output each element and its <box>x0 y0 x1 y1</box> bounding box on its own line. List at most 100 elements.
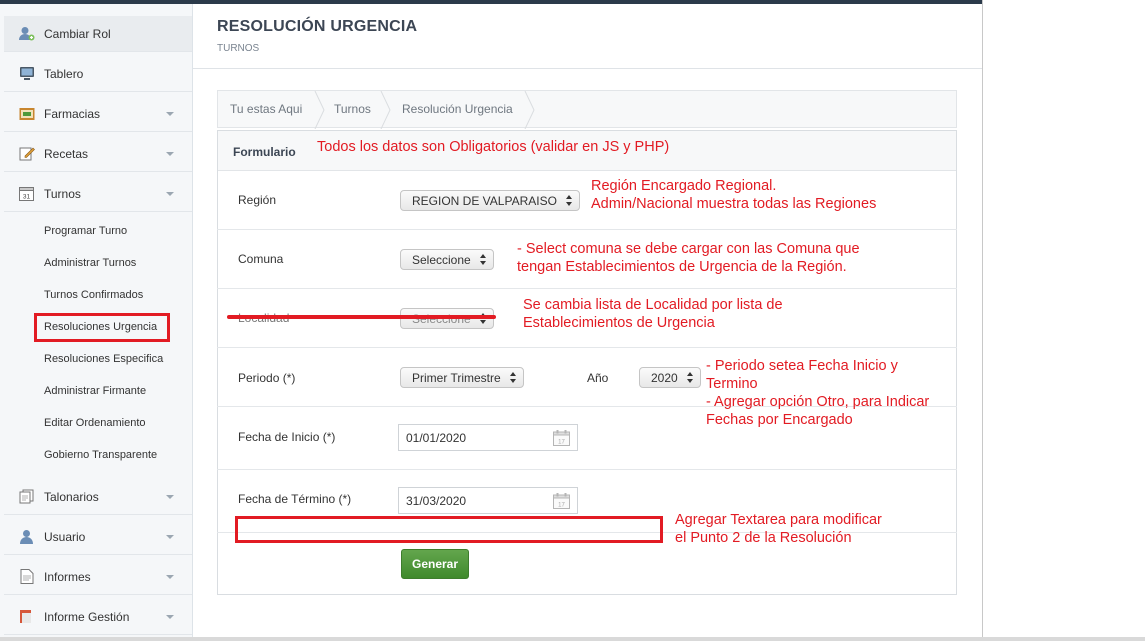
sidebar-item-label: Turnos <box>44 187 81 201</box>
annotation-panel-note: Todos los datos son Obligatorios (valida… <box>317 139 670 155</box>
anio-label: Año <box>587 371 609 385</box>
annotation-region-note: Región Encargado Regional. Admin/Naciona… <box>591 177 876 213</box>
annotation-line: Región Encargado Regional. <box>591 178 777 194</box>
document-icon <box>18 569 35 584</box>
sidebar-item-tablero[interactable]: Tablero <box>4 56 192 92</box>
submenu-highlight-box <box>34 313 170 342</box>
periodo-label: Periodo (*) <box>238 371 296 385</box>
annotation-localidad-note: Se cambia lista de Localidad por lista d… <box>523 296 783 332</box>
annotation-line: tengan Establecimientos de Urgencia de l… <box>517 259 847 275</box>
select-arrows-icon <box>510 372 517 384</box>
sidebar-item-informes[interactable]: Informes <box>4 559 192 595</box>
submenu-item-gobierno-transparente[interactable]: Gobierno Transparente <box>44 449 157 461</box>
sidebar-item-turnos[interactable]: 31 Turnos <box>4 176 192 212</box>
calendar-icon: 31 <box>18 186 35 201</box>
sidebar-item-label: Farmacias <box>44 107 101 121</box>
svg-text:17: 17 <box>558 440 565 446</box>
localidad-strikethrough <box>227 315 496 319</box>
sidebar-item-talonarios[interactable]: Talonarios <box>4 479 192 515</box>
generar-button[interactable]: Generar <box>401 549 469 579</box>
copy-icon <box>18 489 35 504</box>
breadcrumb-item-home[interactable]: Tu estas Aqui <box>230 102 302 116</box>
periodo-select-value: Primer Trimestre <box>412 370 501 385</box>
submenu-item-programar-turno[interactable]: Programar Turno <box>44 225 127 237</box>
fecha-inicio-label: Fecha de Inicio (*) <box>238 430 336 444</box>
sidebar-item-label: Cambiar Rol <box>44 27 111 41</box>
chevron-down-icon <box>166 192 174 196</box>
annotation-periodo-note: - Periodo setea Fecha Inicio y Termino -… <box>706 357 929 429</box>
select-arrows-icon <box>687 372 694 384</box>
breadcrumb: Tu estas Aqui Turnos Resolución Urgencia <box>217 90 957 129</box>
annotation-line: Establecimientos de Urgencia <box>523 315 715 331</box>
book-icon <box>18 609 35 624</box>
page-subtitle: TURNOS <box>217 43 260 54</box>
svg-text:31: 31 <box>23 194 31 201</box>
page-bottom-edge <box>0 637 1145 641</box>
annotation-line: Agregar Textarea para modificar <box>675 512 882 528</box>
sidebar-item-label: Recetas <box>44 147 89 161</box>
sidebar-item-farmacias[interactable]: Farmacias <box>4 96 192 132</box>
page-title: RESOLUCIÓN URGENCIA <box>217 18 418 35</box>
fecha-termino-label: Fecha de Término (*) <box>238 492 352 506</box>
submenu-item-administrar-turnos[interactable]: Administrar Turnos <box>44 257 136 269</box>
edit-icon <box>18 146 35 161</box>
sidebar-item-label: Talonarios <box>44 490 99 504</box>
annotation-line: Se cambia lista de Localidad por lista d… <box>523 297 783 313</box>
user-switch-icon <box>18 26 35 41</box>
annotation-textarea-note: Agregar Textarea para modificar el Punto… <box>675 511 882 547</box>
row-divider <box>217 347 957 348</box>
row-divider <box>217 229 957 230</box>
region-select[interactable]: REGION DE VALPARAISO <box>400 190 580 211</box>
select-arrows-icon <box>480 254 487 266</box>
chevron-down-icon <box>166 615 174 619</box>
fecha-termino-value: 31/03/2020 <box>406 493 467 508</box>
header-divider <box>193 68 982 69</box>
svg-text:17: 17 <box>558 503 565 509</box>
chevron-down-icon <box>166 112 174 116</box>
comuna-label: Comuna <box>238 252 284 266</box>
page-right-edge <box>982 0 983 641</box>
breadcrumb-item-current: Resolución Urgencia <box>402 102 513 116</box>
app-window: Cambiar Rol Tablero Farmacias Recetas 31… <box>0 0 1145 641</box>
sidebar-item-informe-gestion[interactable]: Informe Gestión <box>4 599 192 635</box>
anio-select[interactable]: 2020 <box>639 367 701 388</box>
breadcrumb-separator-icon <box>524 91 535 129</box>
select-arrows-icon <box>566 195 573 207</box>
annotation-line: el Punto 2 de la Resolución <box>675 530 852 546</box>
fecha-termino-input[interactable]: 31/03/2020 17 <box>398 487 578 514</box>
periodo-select[interactable]: Primer Trimestre <box>400 367 524 388</box>
region-select-value: REGION DE VALPARAISO <box>412 193 557 208</box>
breadcrumb-separator-icon <box>314 91 325 129</box>
comuna-select-value: Seleccione <box>412 252 471 267</box>
calendar-icon[interactable]: 17 <box>553 493 570 509</box>
row-divider <box>217 469 957 470</box>
chevron-down-icon <box>166 152 174 156</box>
annotation-line: Fechas por Encargado <box>706 412 853 428</box>
pharmacy-icon <box>18 106 35 121</box>
comuna-select[interactable]: Seleccione <box>400 249 494 270</box>
calendar-icon[interactable]: 17 <box>553 430 570 446</box>
sidebar-item-label: Usuario <box>44 530 86 544</box>
sidebar-item-recetas[interactable]: Recetas <box>4 136 192 172</box>
fecha-inicio-input[interactable]: 01/01/2020 17 <box>398 424 578 451</box>
breadcrumb-separator-icon <box>380 91 391 129</box>
sidebar-item-cambiar-rol[interactable]: Cambiar Rol <box>4 16 192 52</box>
sidebar-item-usuario[interactable]: Usuario <box>4 519 192 555</box>
submenu-item-editar-ordenamiento[interactable]: Editar Ordenamiento <box>44 417 146 429</box>
submenu-item-resoluciones-especifica[interactable]: Resoluciones Especifica <box>44 353 163 365</box>
annotation-line: - Agregar opción Otro, para Indicar <box>706 394 930 410</box>
submenu-item-administrar-firmante[interactable]: Administrar Firmante <box>44 385 146 397</box>
annotation-line: Termino <box>706 376 758 392</box>
chevron-down-icon <box>166 575 174 579</box>
annotation-line: - Periodo setea Fecha Inicio y <box>706 358 898 374</box>
breadcrumb-item-turnos[interactable]: Turnos <box>334 102 371 116</box>
sidebar-item-label: Informe Gestión <box>44 610 130 624</box>
annotation-line: - Select comuna se debe cargar con las C… <box>517 241 860 257</box>
row-divider <box>217 288 957 289</box>
monitor-icon <box>18 66 35 81</box>
submenu-item-turnos-confirmados[interactable]: Turnos Confirmados <box>44 289 143 301</box>
region-label: Región <box>238 193 277 207</box>
chevron-down-icon <box>166 495 174 499</box>
fecha-inicio-value: 01/01/2020 <box>406 430 467 445</box>
panel-title: Formulario <box>233 145 296 159</box>
